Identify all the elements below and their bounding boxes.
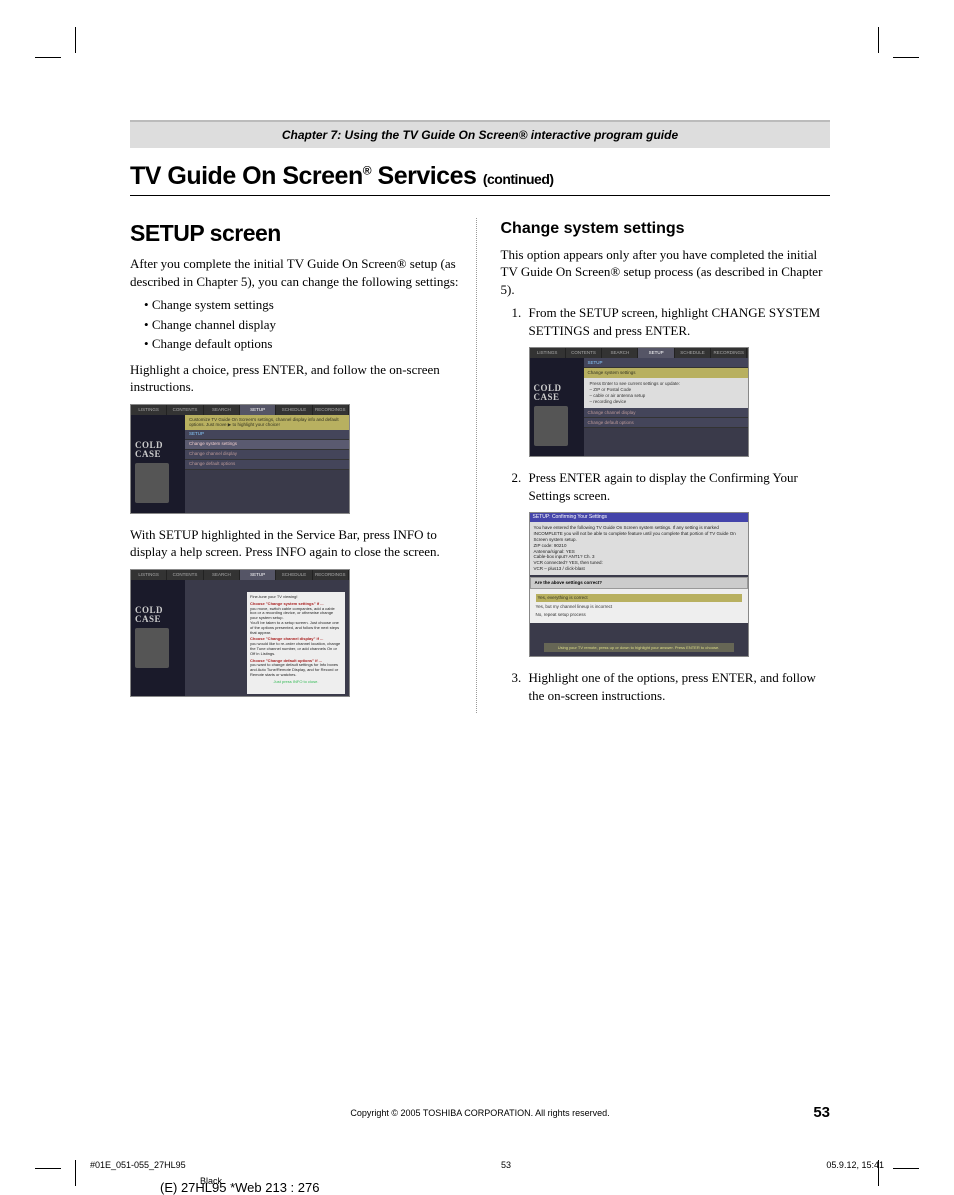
ss-confirm-foot: Using your TV remote, press up or down t… (544, 643, 734, 652)
ss-confirm-opts: Yes, everything is correct Yes, but my c… (530, 589, 748, 623)
screenshot-change-system: LISTINGS CONTENTS SEARCH SETUP SCHEDULE … (529, 347, 749, 457)
change-settings-steps: From the SETUP screen, highlight CHANGE … (525, 304, 831, 704)
ss-tab: LISTINGS (131, 570, 167, 580)
step-2-text: Press ENTER again to display the Confirm… (529, 470, 798, 503)
ss-face-image (135, 628, 169, 668)
ss-tab: SCHEDULE (276, 405, 312, 415)
printer-file: #01E_051-055_27HL95 (90, 1160, 186, 1170)
page-footer: Copyright © 2005 TOSHIBA CORPORATION. Al… (130, 1108, 830, 1118)
ss-info-panel: Fine-tune your TV viewing! Choose "Chang… (247, 592, 345, 694)
ss-row: Change channel display (185, 450, 349, 460)
bullet-item: Change system settings (144, 296, 460, 314)
ss-tab: CONTENTS (167, 570, 203, 580)
ss-face-image (534, 406, 568, 446)
screenshot-setup-list: LISTINGS CONTENTS SEARCH SETUP SCHEDULE … (130, 404, 350, 514)
ss-show-title: COLD CASE (530, 358, 584, 402)
bullet-item: Change channel display (144, 316, 460, 334)
step-3: Highlight one of the options, press ENTE… (525, 669, 831, 704)
copyright-text: Copyright © 2005 TOSHIBA CORPORATION. Al… (350, 1108, 609, 1118)
ss-confirm-top: You have entered the following TV Guide … (530, 522, 748, 575)
ss-setup-label: SETUP (584, 358, 748, 368)
change-settings-heading: Change system settings (501, 218, 831, 240)
step-1-text: From the SETUP screen, highlight CHANGE … (529, 305, 821, 338)
ss-tab: CONTENTS (167, 405, 203, 415)
screenshot-help-info: LISTINGS CONTENTS SEARCH SETUP SCHEDULE … (130, 569, 350, 697)
page-content: Chapter 7: Using the TV Guide On Screen®… (130, 120, 830, 713)
setup-p2: Highlight a choice, press ENTER, and fol… (130, 361, 460, 396)
ss-row: Change default options (584, 418, 748, 428)
ss-tab: RECORDINGS (711, 348, 747, 358)
ss-confirm-question: Are the above settings correct? (530, 577, 748, 589)
ss-show-title: COLD CASE (131, 580, 185, 624)
ss-show-title: COLD CASE (131, 415, 185, 459)
page-title: TV Guide On Screen® Services (continued) (130, 162, 830, 191)
ss-tab: SEARCH (204, 570, 240, 580)
setup-p3: With SETUP highlighted in the Service Ba… (130, 526, 460, 561)
printer-datetime: 05.9.12, 15:41 (826, 1160, 884, 1170)
ss-info-press: Just press INFO to close. (250, 678, 342, 685)
bullet-item: Change default options (144, 335, 460, 353)
ss-info-g3-item: you want to change default settings for … (250, 662, 338, 677)
ss-row-hl: Change system settings (584, 368, 748, 377)
right-column: Change system settings This option appea… (501, 218, 831, 713)
ss-face-image (135, 463, 169, 503)
ss-tab-active: SETUP (240, 405, 276, 415)
ss-info-g1-item: you move, switch cable companies, add a … (250, 606, 335, 621)
ss-tab: RECORDINGS (313, 570, 349, 580)
ss-confirm-title: SETUP: Confirming Your Settings (530, 513, 748, 522)
ss-tab: CONTENTS (566, 348, 602, 358)
title-services: Services (371, 162, 483, 190)
title-rule (130, 195, 830, 196)
change-settings-p1: This option appears only after you have … (501, 246, 831, 299)
ss-tab-active: SETUP (638, 348, 674, 358)
setup-intro: After you complete the initial TV Guide … (130, 255, 460, 290)
ss-box: Press Enter to see current settings or u… (584, 378, 748, 408)
ss-tab: SEARCH (602, 348, 638, 358)
ss-tab: LISTINGS (131, 405, 167, 415)
ss-opt: No, repeat setup process (536, 612, 742, 618)
ss-setup-label: SETUP (185, 430, 349, 440)
setup-heading: SETUP screen (130, 218, 460, 249)
ss-info-g2-item: you would like to re-order channel locat… (250, 641, 340, 656)
ss-opt-selected: Yes, everything is correct (536, 594, 742, 602)
title-reg: ® (363, 164, 371, 178)
setup-bullets: Change system settings Change channel di… (144, 296, 460, 353)
ss-tab-active: SETUP (240, 570, 276, 580)
ss-row: Change default options (185, 460, 349, 470)
page-number: 53 (813, 1104, 830, 1121)
ss-info-title: Fine-tune your TV viewing! (250, 594, 298, 599)
left-column: SETUP screen After you complete the init… (130, 218, 477, 713)
ss-tab: SCHEDULE (276, 570, 312, 580)
ss-row: Change system settings (185, 440, 349, 450)
ss-tab: SCHEDULE (675, 348, 711, 358)
title-main: TV Guide On Screen (130, 162, 363, 190)
ss-tab: RECORDINGS (313, 405, 349, 415)
ss-tab: LISTINGS (530, 348, 566, 358)
ss-tab: SEARCH (204, 405, 240, 415)
step-2: Press ENTER again to display the Confirm… (525, 469, 831, 657)
screenshot-confirm: SETUP: Confirming Your Settings You have… (529, 512, 749, 657)
ss-info-g1-note: You'll be taken to a setup screen. Just … (250, 620, 339, 635)
printer-pg: 53 (501, 1160, 511, 1170)
step-1: From the SETUP screen, highlight CHANGE … (525, 304, 831, 457)
ss-opt: Yes, but my channel lineup is incorrect (536, 604, 742, 610)
step-3-text: Highlight one of the options, press ENTE… (529, 670, 816, 703)
ss-hint: Customize TV Guide On Screen's settings,… (185, 415, 349, 430)
ss-row: Change channel display (584, 408, 748, 418)
title-continued: (continued) (483, 171, 554, 187)
chapter-bar: Chapter 7: Using the TV Guide On Screen®… (130, 120, 830, 148)
